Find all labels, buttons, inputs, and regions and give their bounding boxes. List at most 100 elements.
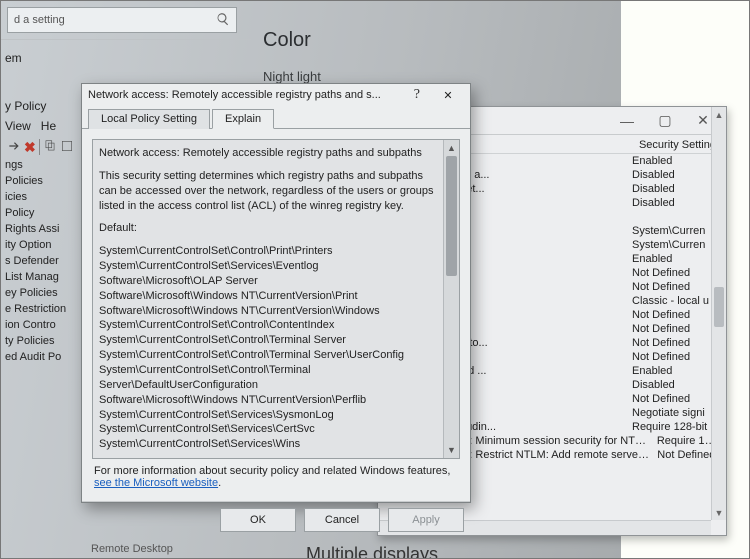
policy-setting: Require 128-bit bbox=[651, 435, 716, 447]
truncated-text: Remote Desktop bbox=[91, 543, 173, 555]
textbox-scrollbar[interactable]: ▲ ▼ bbox=[443, 140, 459, 458]
scroll-thumb[interactable] bbox=[714, 287, 724, 327]
scroll-up-icon[interactable]: ▲ bbox=[712, 107, 726, 122]
explain-textbox[interactable]: Network access: Remotely accessible regi… bbox=[92, 139, 460, 459]
registry-path: Software\Microsoft\Windows NT\CurrentVer… bbox=[99, 289, 437, 304]
scroll-down-icon[interactable]: ▼ bbox=[444, 442, 459, 458]
tree-item-fragment2[interactable]: y Policy bbox=[5, 99, 46, 113]
tab-strip: Local Policy Setting Explain bbox=[82, 108, 470, 129]
policy-setting: Not Defined bbox=[626, 323, 716, 335]
policy-setting: Not Defined bbox=[626, 393, 716, 405]
policy-setting: Not Defined bbox=[626, 337, 716, 349]
toolbar-nav-icon[interactable] bbox=[7, 139, 21, 156]
tree-item[interactable]: Policy bbox=[1, 205, 81, 221]
tree-item[interactable]: List Manag bbox=[1, 269, 81, 285]
tree-item[interactable]: ey Policies bbox=[1, 285, 81, 301]
tree-item[interactable]: ed Audit Po bbox=[1, 349, 81, 365]
search-icon bbox=[216, 12, 230, 29]
tree-item-fragment[interactable]: em bbox=[5, 51, 22, 65]
dialog-title: Network access: Remotely accessible regi… bbox=[88, 89, 410, 101]
policy-setting: Require 128-bit bbox=[626, 421, 716, 433]
scroll-down-icon[interactable]: ▼ bbox=[712, 505, 726, 520]
tab-local-policy[interactable]: Local Policy Setting bbox=[88, 109, 210, 129]
toolbar-copy-icon[interactable] bbox=[43, 139, 57, 156]
policy-setting: Not Defined bbox=[651, 449, 716, 461]
properties-dialog: Network access: Remotely accessible regi… bbox=[81, 83, 471, 503]
policy-setting: Enabled bbox=[626, 253, 716, 265]
policy-setting: Not Defined bbox=[626, 309, 716, 321]
policy-setting: System\Curren bbox=[626, 225, 716, 237]
maximize-button[interactable]: ▢ bbox=[646, 109, 684, 133]
close-button[interactable]: ✕ bbox=[432, 84, 464, 106]
menu-help-trunc[interactable]: He bbox=[41, 119, 56, 133]
registry-path: System\CurrentControlSet\Services\Eventl… bbox=[99, 259, 437, 274]
registry-path: System\CurrentControlSet\Control\Termina… bbox=[99, 363, 437, 393]
settings-search-area: d a setting bbox=[1, 1, 251, 40]
vertical-scrollbar[interactable]: ▲ ▼ bbox=[711, 107, 726, 520]
policy-setting: Enabled bbox=[626, 365, 716, 377]
tree-item[interactable]: ty Policies bbox=[1, 333, 81, 349]
toolbar-delete-icon[interactable]: ✖ bbox=[24, 139, 36, 156]
policy-setting: Disabled bbox=[626, 197, 716, 209]
policy-setting: Negotiate signi bbox=[626, 407, 716, 419]
explain-heading: Network access: Remotely accessible regi… bbox=[99, 146, 437, 161]
registry-path: Software\Microsoft\Windows NT\CurrentVer… bbox=[99, 393, 437, 408]
policy-setting: Disabled bbox=[626, 183, 716, 195]
explain-content: Network access: Remotely accessible regi… bbox=[93, 140, 443, 458]
policy-setting bbox=[626, 211, 716, 223]
tree-item[interactable]: Policies bbox=[1, 173, 81, 189]
more-info-pre: For more information about security poli… bbox=[94, 465, 450, 477]
nav-tree: ngs Policies icies Policy Rights Assi it… bbox=[1, 157, 81, 365]
scroll-up-icon[interactable]: ▲ bbox=[444, 140, 459, 156]
help-button[interactable]: ? bbox=[410, 87, 424, 103]
menu-view[interactable]: View bbox=[5, 119, 31, 133]
minimize-button[interactable]: — bbox=[608, 109, 646, 133]
registry-path: System\CurrentControlSet\Control\Termina… bbox=[99, 348, 437, 363]
registry-path: System\CurrentControlSet\Control\Print\P… bbox=[99, 244, 437, 259]
settings-subheading: Night light bbox=[263, 69, 321, 84]
registry-path: System\CurrentControlSet\Control\Content… bbox=[99, 318, 437, 333]
more-info-note: For more information about security poli… bbox=[92, 459, 460, 491]
explain-default-label: Default: bbox=[99, 221, 437, 236]
microsoft-website-link[interactable]: see the Microsoft website bbox=[94, 477, 218, 489]
policy-setting: Not Defined bbox=[626, 351, 716, 363]
dialog-button-row: OK Cancel Apply bbox=[82, 501, 470, 538]
ok-button[interactable]: OK bbox=[220, 508, 296, 532]
search-input[interactable]: d a setting bbox=[7, 7, 237, 33]
apply-button[interactable]: Apply bbox=[388, 508, 464, 532]
menu-fragment: View He bbox=[5, 119, 56, 133]
tree-item[interactable]: icies bbox=[1, 189, 81, 205]
settings-section-heading: Color bbox=[263, 29, 311, 52]
scroll-thumb[interactable] bbox=[446, 156, 457, 276]
dialog-titlebar[interactable]: Network access: Remotely accessible regi… bbox=[82, 84, 470, 106]
policy-setting: Not Defined bbox=[626, 267, 716, 279]
tab-explain[interactable]: Explain bbox=[212, 109, 274, 129]
policy-setting: Enabled bbox=[626, 155, 716, 167]
more-info-post: . bbox=[218, 477, 221, 489]
explain-paragraph: This security setting determines which r… bbox=[99, 169, 437, 214]
tree-item[interactable]: e Restriction bbox=[1, 301, 81, 317]
settings-section-lower: Multiple displays bbox=[306, 544, 438, 559]
dialog-body: Network access: Remotely accessible regi… bbox=[82, 129, 470, 501]
toolbar-info-icon[interactable] bbox=[60, 139, 74, 156]
registry-path: Software\Microsoft\Windows NT\CurrentVer… bbox=[99, 304, 437, 319]
column-header-setting[interactable]: Security Setting bbox=[639, 139, 716, 151]
search-input-text: d a setting bbox=[14, 14, 65, 26]
registry-path-list: System\CurrentControlSet\Control\Print\P… bbox=[99, 244, 437, 452]
registry-path: System\CurrentControlSet\Services\Wins bbox=[99, 437, 437, 452]
policy-setting: Disabled bbox=[626, 379, 716, 391]
tree-item[interactable]: ngs bbox=[1, 157, 81, 173]
policy-setting: System\Curren bbox=[626, 239, 716, 251]
registry-path: System\CurrentControlSet\Services\CertSv… bbox=[99, 422, 437, 437]
registry-path: System\CurrentControlSet\Services\Sysmon… bbox=[99, 408, 437, 423]
policy-setting: Disabled bbox=[626, 169, 716, 181]
toolbar-divider bbox=[39, 139, 40, 155]
tree-item[interactable]: ion Contro bbox=[1, 317, 81, 333]
registry-path: Software\Microsoft\OLAP Server bbox=[99, 274, 437, 289]
policy-setting: Not Defined bbox=[626, 281, 716, 293]
tree-item[interactable]: ity Option bbox=[1, 237, 81, 253]
cancel-button[interactable]: Cancel bbox=[304, 508, 380, 532]
registry-path: System\CurrentControlSet\Control\Termina… bbox=[99, 333, 437, 348]
tree-item[interactable]: Rights Assi bbox=[1, 221, 81, 237]
tree-item[interactable]: s Defender bbox=[1, 253, 81, 269]
